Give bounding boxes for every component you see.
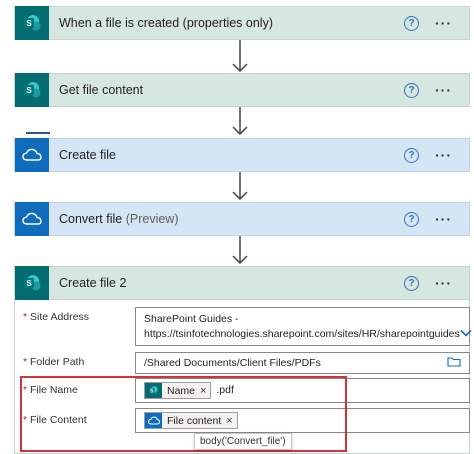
- step-title: Get file content: [59, 83, 144, 97]
- site-address-line1: SharePoint Guides -: [144, 313, 239, 325]
- onedrive-icon: [15, 138, 49, 172]
- site-address-dropdown[interactable]: SharePoint Guides - https://tsinfotechno…: [135, 307, 472, 346]
- site-address-label: * Site Address: [23, 311, 128, 323]
- step-card-get-file-content[interactable]: S Get file content ? ···: [14, 73, 470, 107]
- token-tooltip: body('Convert_file'): [194, 433, 292, 450]
- required-mark: *: [23, 311, 28, 323]
- more-options-icon[interactable]: ···: [435, 82, 465, 98]
- sharepoint-icon: S: [15, 266, 49, 300]
- folder-path-field[interactable]: /Shared Documents/Client Files/PDFs: [135, 352, 470, 374]
- step-card-convert-file[interactable]: Convert file (Preview) ? ···: [14, 202, 470, 236]
- flow-arrow: [230, 236, 250, 266]
- site-address-row: * Site Address: [23, 311, 128, 323]
- required-mark: *: [23, 356, 28, 368]
- more-options-icon[interactable]: ···: [435, 211, 465, 227]
- folder-icon[interactable]: [447, 356, 461, 370]
- help-icon[interactable]: ?: [404, 15, 419, 31]
- sharepoint-icon: S: [15, 6, 49, 40]
- site-address-line2: https://tsinfotechnologies.sharepoint.co…: [144, 328, 460, 340]
- flow-arrow: [230, 172, 250, 202]
- step-title: When a file is created (properties only): [59, 16, 273, 30]
- svg-text:S: S: [26, 19, 32, 28]
- step-title: Create file 2: [59, 276, 127, 290]
- label-text: Site Address: [30, 311, 89, 323]
- step-title: Convert file (Preview): [49, 212, 404, 226]
- more-options-icon[interactable]: ···: [435, 15, 465, 31]
- label-text: Folder Path: [30, 356, 85, 368]
- step-card-create-file[interactable]: Create file ? ···: [14, 138, 470, 172]
- more-options-icon[interactable]: ···: [435, 275, 465, 291]
- step-title-text: Convert file: [59, 212, 123, 226]
- folder-path-row: * Folder Path: [23, 356, 128, 368]
- highlight-box: [20, 376, 347, 452]
- svg-text:S: S: [26, 279, 32, 288]
- step-header[interactable]: S Create file 2 ? ···: [14, 266, 470, 300]
- help-icon[interactable]: ?: [404, 147, 419, 163]
- more-options-icon[interactable]: ···: [435, 147, 465, 163]
- help-icon[interactable]: ?: [404, 82, 419, 98]
- help-icon[interactable]: ?: [404, 275, 419, 291]
- svg-text:S: S: [26, 86, 32, 95]
- preview-tag: (Preview): [125, 212, 179, 226]
- sharepoint-icon: S: [15, 73, 49, 107]
- step-title: Create file: [59, 148, 116, 162]
- step-card-trigger[interactable]: S When a file is created (properties onl…: [14, 6, 470, 40]
- help-icon[interactable]: ?: [404, 211, 419, 227]
- onedrive-icon: [15, 202, 49, 236]
- flow-arrow: [230, 40, 250, 74]
- flow-arrow: [230, 107, 250, 137]
- chevron-down-icon[interactable]: [460, 327, 472, 342]
- folder-path-value: /Shared Documents/Client Files/PDFs: [144, 357, 321, 369]
- folder-path-label: * Folder Path: [23, 356, 128, 368]
- selection-indicator: [26, 132, 50, 134]
